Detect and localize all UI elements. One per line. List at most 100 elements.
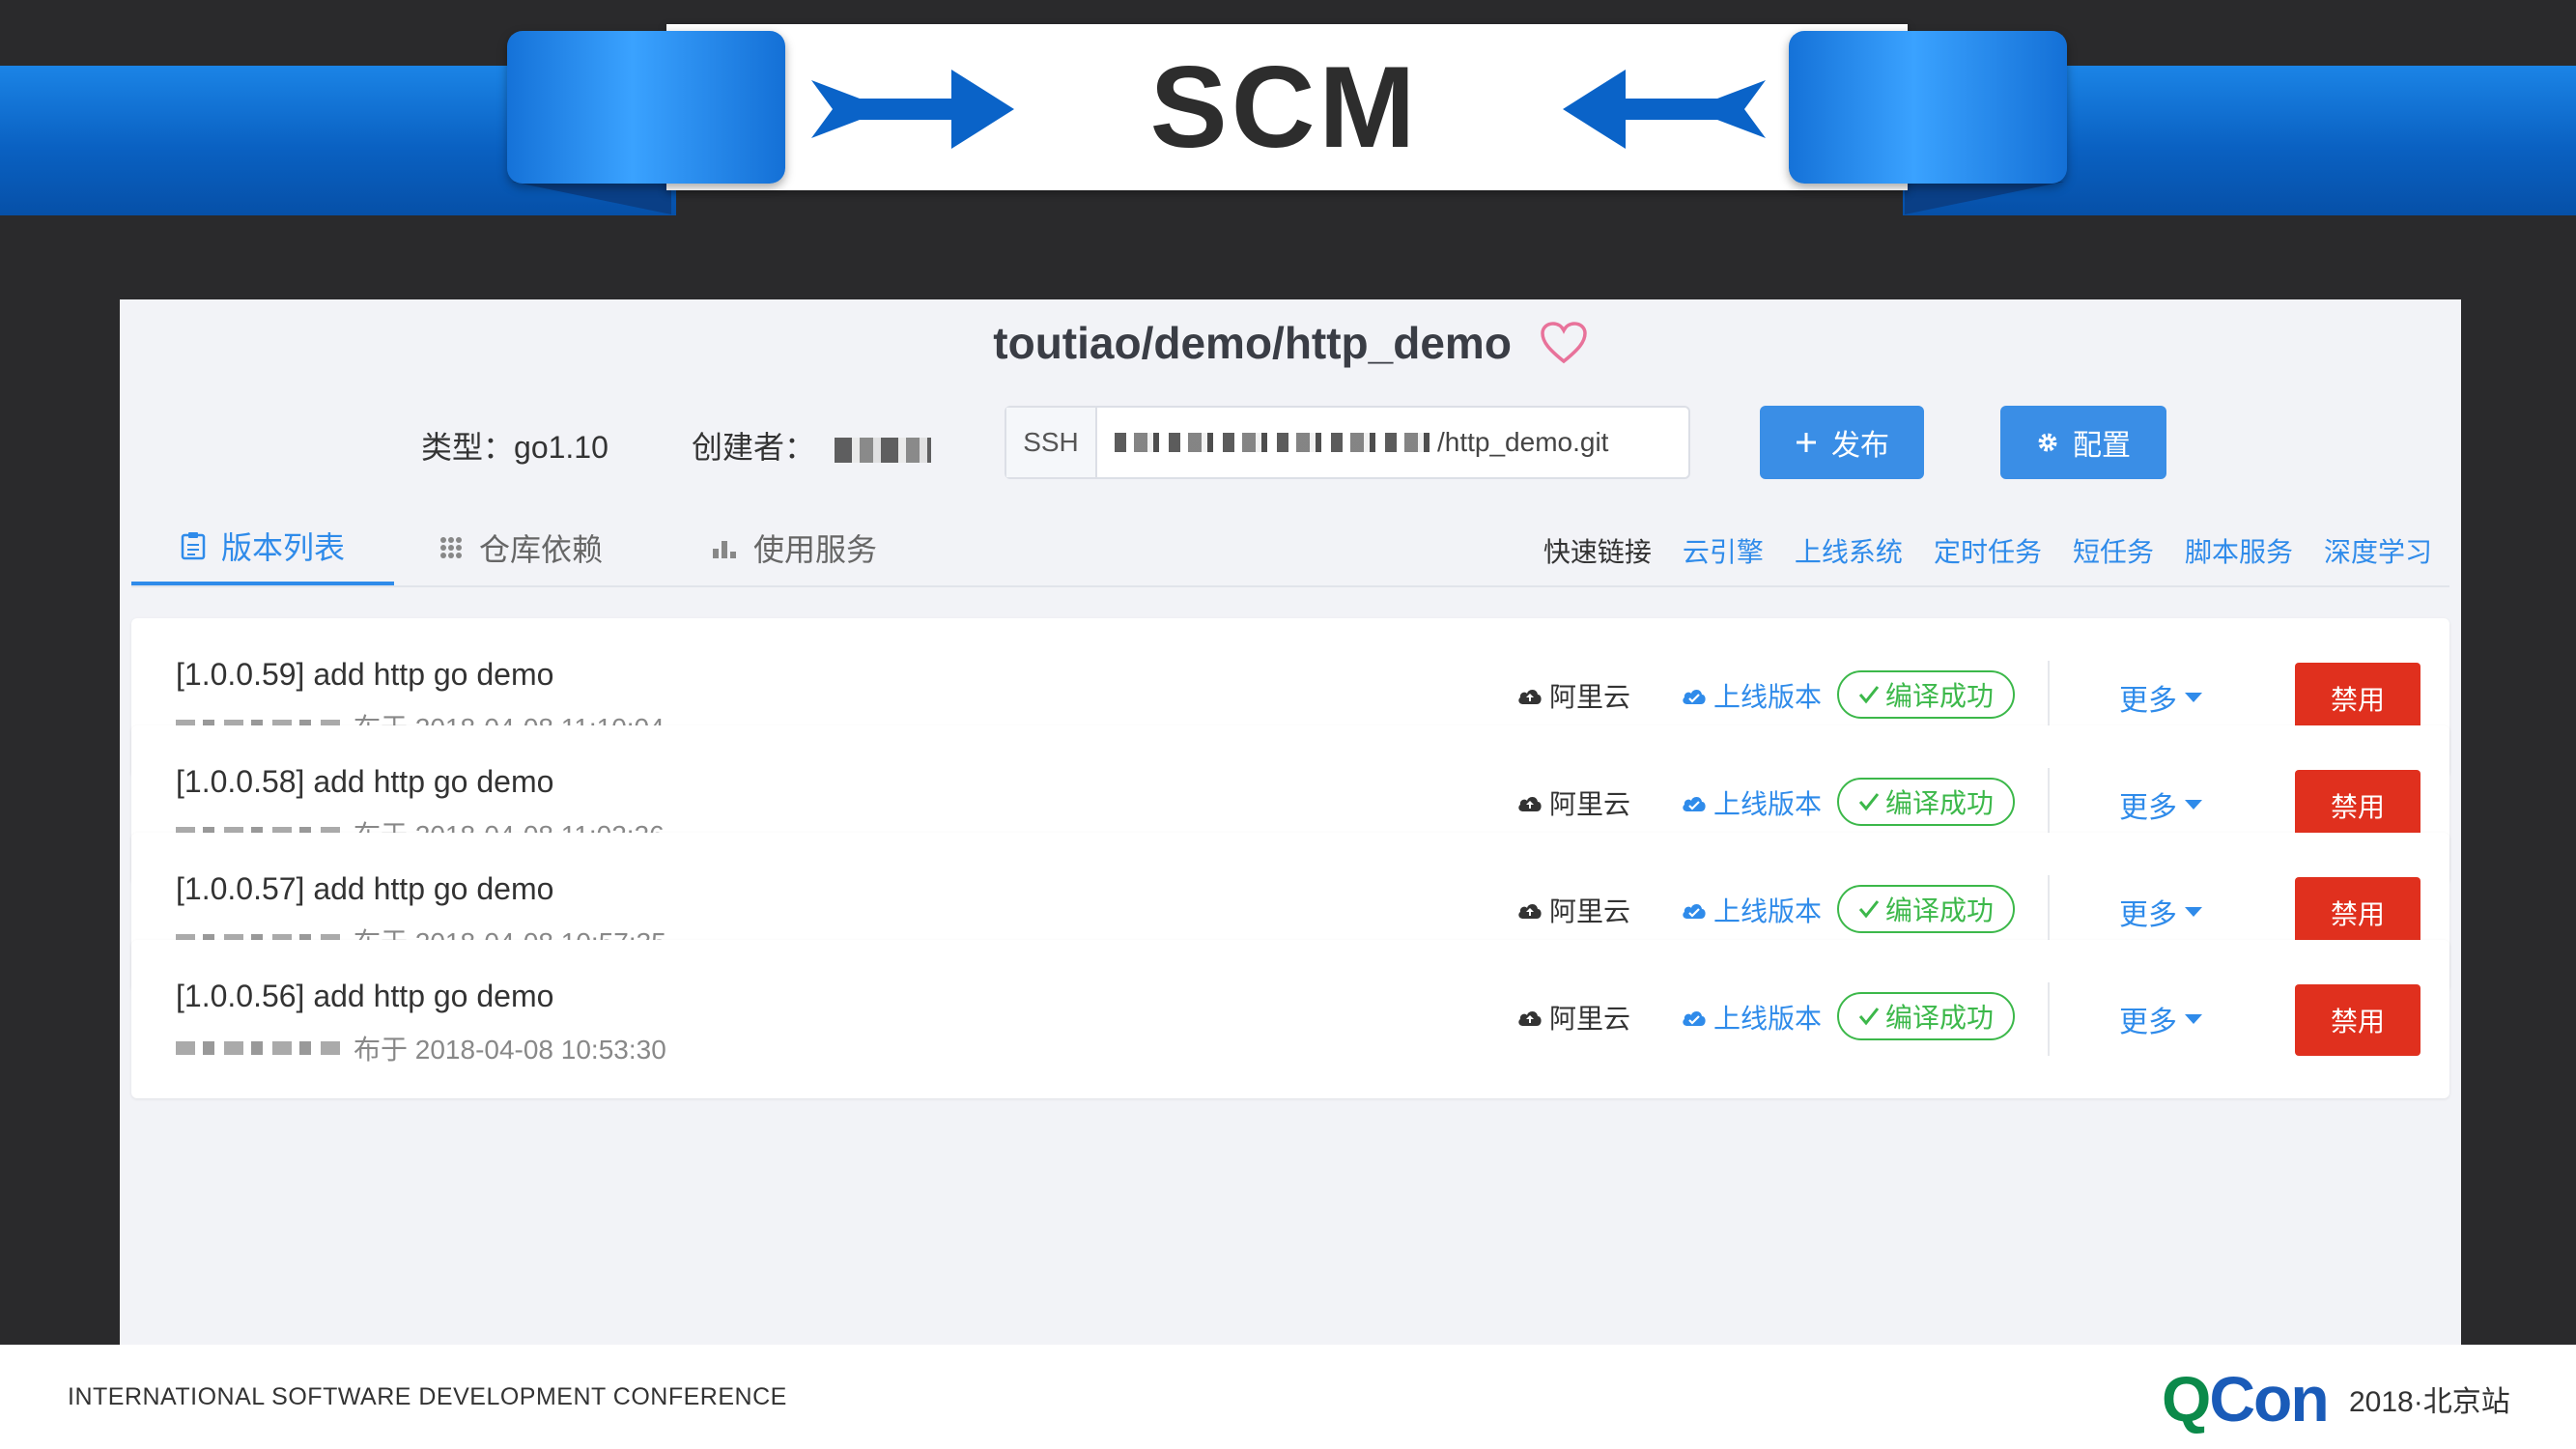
deploy-version-label: 上线版本 bbox=[1713, 896, 1823, 926]
cloud-provider-label: 阿里云 bbox=[1549, 896, 1631, 926]
deploy-version-label: 上线版本 bbox=[1713, 682, 1823, 712]
tab-repo-deps-label: 仓库依赖 bbox=[479, 532, 604, 567]
conference-edition: 2018·北京站 bbox=[2349, 1386, 2510, 1418]
arrow-right-icon bbox=[811, 70, 1014, 149]
heart-icon[interactable] bbox=[1540, 321, 1588, 365]
more-label: 更多 bbox=[2119, 685, 2177, 717]
quick-link-cloud-engine[interactable]: 云引擎 bbox=[1683, 531, 1764, 570]
cloud-check-icon bbox=[1683, 690, 1706, 704]
creator-redacted bbox=[835, 437, 932, 463]
caret-down-icon bbox=[2185, 693, 2202, 702]
divider bbox=[2048, 982, 2050, 1056]
cloud-provider[interactable]: 阿里云 bbox=[1516, 676, 1630, 715]
more-label: 更多 bbox=[2119, 792, 2177, 824]
repo-type: 类型：go1.10 bbox=[421, 423, 609, 468]
publish-button[interactable]: 发布 bbox=[1760, 406, 1924, 479]
build-status-badge: 编译成功 bbox=[1837, 992, 2016, 1040]
config-button[interactable]: 配置 bbox=[2000, 406, 2166, 479]
version-title[interactable]: [1.0.0.56] add http go demo bbox=[176, 979, 553, 1014]
logo-q: Q bbox=[2162, 1363, 2211, 1435]
version-title[interactable]: [1.0.0.57] add http go demo bbox=[176, 871, 553, 907]
cloud-upload-icon bbox=[1518, 1011, 1542, 1026]
build-status-label: 编译成功 bbox=[1885, 1003, 1995, 1033]
deploy-version-link[interactable]: 上线版本 bbox=[1681, 998, 1822, 1037]
creator-label: 创建者： bbox=[692, 430, 816, 465]
type-label: 类型： bbox=[421, 430, 515, 465]
quick-link-cron-tasks[interactable]: 定时任务 bbox=[1934, 531, 2042, 570]
gear-icon bbox=[2038, 433, 2057, 452]
more-label: 更多 bbox=[2119, 899, 2177, 931]
caret-down-icon bbox=[2185, 1014, 2202, 1024]
more-label: 更多 bbox=[2119, 1007, 2177, 1038]
tab-version-list[interactable]: 版本列表 bbox=[131, 510, 394, 585]
deploy-version-link[interactable]: 上线版本 bbox=[1681, 783, 1822, 822]
cloud-provider-label: 阿里云 bbox=[1549, 789, 1631, 819]
build-status-badge: 编译成功 bbox=[1837, 885, 2016, 933]
config-label: 配置 bbox=[2073, 430, 2131, 462]
more-dropdown[interactable]: 更多 bbox=[2119, 783, 2202, 826]
publish-time: 布于 2018-04-08 10:53:30 bbox=[354, 1035, 666, 1065]
ssh-url-redacted bbox=[1115, 433, 1433, 452]
grid-icon bbox=[440, 537, 462, 558]
banner-fold-left bbox=[512, 182, 671, 214]
conference-name: INTERNATIONAL SOFTWARE DEVELOPMENT CONFE… bbox=[68, 1383, 787, 1410]
cloud-upload-icon bbox=[1518, 690, 1542, 704]
caret-down-icon bbox=[2185, 907, 2202, 917]
deploy-version-link[interactable]: 上线版本 bbox=[1681, 676, 1822, 715]
version-title[interactable]: [1.0.0.58] add http go demo bbox=[176, 764, 553, 800]
build-status-label: 编译成功 bbox=[1885, 895, 1995, 925]
quick-link-short-tasks[interactable]: 短任务 bbox=[2073, 531, 2154, 570]
build-status-badge: 编译成功 bbox=[1837, 670, 2016, 719]
divider bbox=[2048, 661, 2050, 734]
tab-repo-deps[interactable]: 仓库依赖 bbox=[439, 510, 603, 585]
tab-used-services-label: 使用服务 bbox=[753, 532, 878, 567]
version-title[interactable]: [1.0.0.59] add http go demo bbox=[176, 657, 553, 693]
disable-button[interactable]: 禁用 bbox=[2295, 984, 2420, 1056]
qcon-logo: QCon bbox=[2162, 1362, 2330, 1435]
ssh-url-value[interactable]: /http_demo.git bbox=[1097, 408, 1688, 477]
banner-end-left bbox=[507, 31, 785, 184]
disable-button[interactable]: 禁用 bbox=[2295, 663, 2420, 734]
publish-info: 布于 2018-04-08 10:53:30 bbox=[176, 1029, 666, 1067]
banner-end-right bbox=[1789, 31, 2067, 184]
deploy-version-label: 上线版本 bbox=[1713, 789, 1823, 819]
repo-name: toutiao/demo/http_demo bbox=[993, 318, 1512, 368]
logo-con: Con bbox=[2209, 1363, 2329, 1435]
check-icon bbox=[1858, 686, 1880, 704]
cloud-provider[interactable]: 阿里云 bbox=[1516, 891, 1630, 929]
cloud-provider-label: 阿里云 bbox=[1549, 1004, 1631, 1034]
more-dropdown[interactable]: 更多 bbox=[2119, 891, 2202, 933]
cloud-provider[interactable]: 阿里云 bbox=[1516, 998, 1630, 1037]
caret-down-icon bbox=[2185, 800, 2202, 810]
divider bbox=[2048, 875, 2050, 949]
slide-footer: INTERNATIONAL SOFTWARE DEVELOPMENT CONFE… bbox=[0, 1345, 2576, 1449]
tab-bar: 版本列表 仓库依赖 使用服务 快速链接 云引擎 上线系统 定时任务 短任务 脚本… bbox=[131, 510, 2449, 587]
more-dropdown[interactable]: 更多 bbox=[2119, 676, 2202, 719]
check-icon bbox=[1858, 1008, 1880, 1026]
version-card: [1.0.0.56] add http go demo 布于 2018-04-0… bbox=[131, 940, 2449, 1098]
cloud-check-icon bbox=[1683, 1011, 1706, 1026]
quick-link-deep-learning[interactable]: 深度学习 bbox=[2324, 531, 2432, 570]
build-status-badge: 编译成功 bbox=[1837, 778, 2016, 826]
quick-link-deploy-system[interactable]: 上线系统 bbox=[1795, 531, 1903, 570]
disable-button[interactable]: 禁用 bbox=[2295, 877, 2420, 949]
check-icon bbox=[1858, 900, 1880, 919]
build-status-label: 编译成功 bbox=[1885, 788, 1995, 818]
tab-used-services[interactable]: 使用服务 bbox=[711, 510, 877, 585]
banner-title: SCM bbox=[1149, 43, 1420, 172]
type-value: go1.10 bbox=[514, 430, 609, 465]
build-status-label: 编译成功 bbox=[1885, 681, 1995, 711]
ssh-url-field[interactable]: SSH /http_demo.git bbox=[1005, 406, 1690, 479]
disable-button[interactable]: 禁用 bbox=[2295, 770, 2420, 841]
quick-links: 快速链接 云引擎 上线系统 定时任务 短任务 脚本服务 深度学习 bbox=[1543, 531, 2432, 570]
clipboard-icon bbox=[181, 532, 206, 560]
deploy-version-link[interactable]: 上线版本 bbox=[1681, 891, 1822, 929]
cloud-upload-icon bbox=[1518, 904, 1542, 919]
more-dropdown[interactable]: 更多 bbox=[2119, 998, 2202, 1040]
cloud-provider[interactable]: 阿里云 bbox=[1516, 783, 1630, 822]
publish-label: 发布 bbox=[1831, 430, 1889, 462]
repo-title: toutiao/demo/http_demo bbox=[120, 317, 2461, 369]
scm-app-window: toutiao/demo/http_demo 类型：go1.10 创建者： SS… bbox=[120, 299, 2461, 1345]
quick-link-script-service[interactable]: 脚本服务 bbox=[2185, 531, 2293, 570]
banner-fold-right bbox=[1905, 182, 2064, 214]
